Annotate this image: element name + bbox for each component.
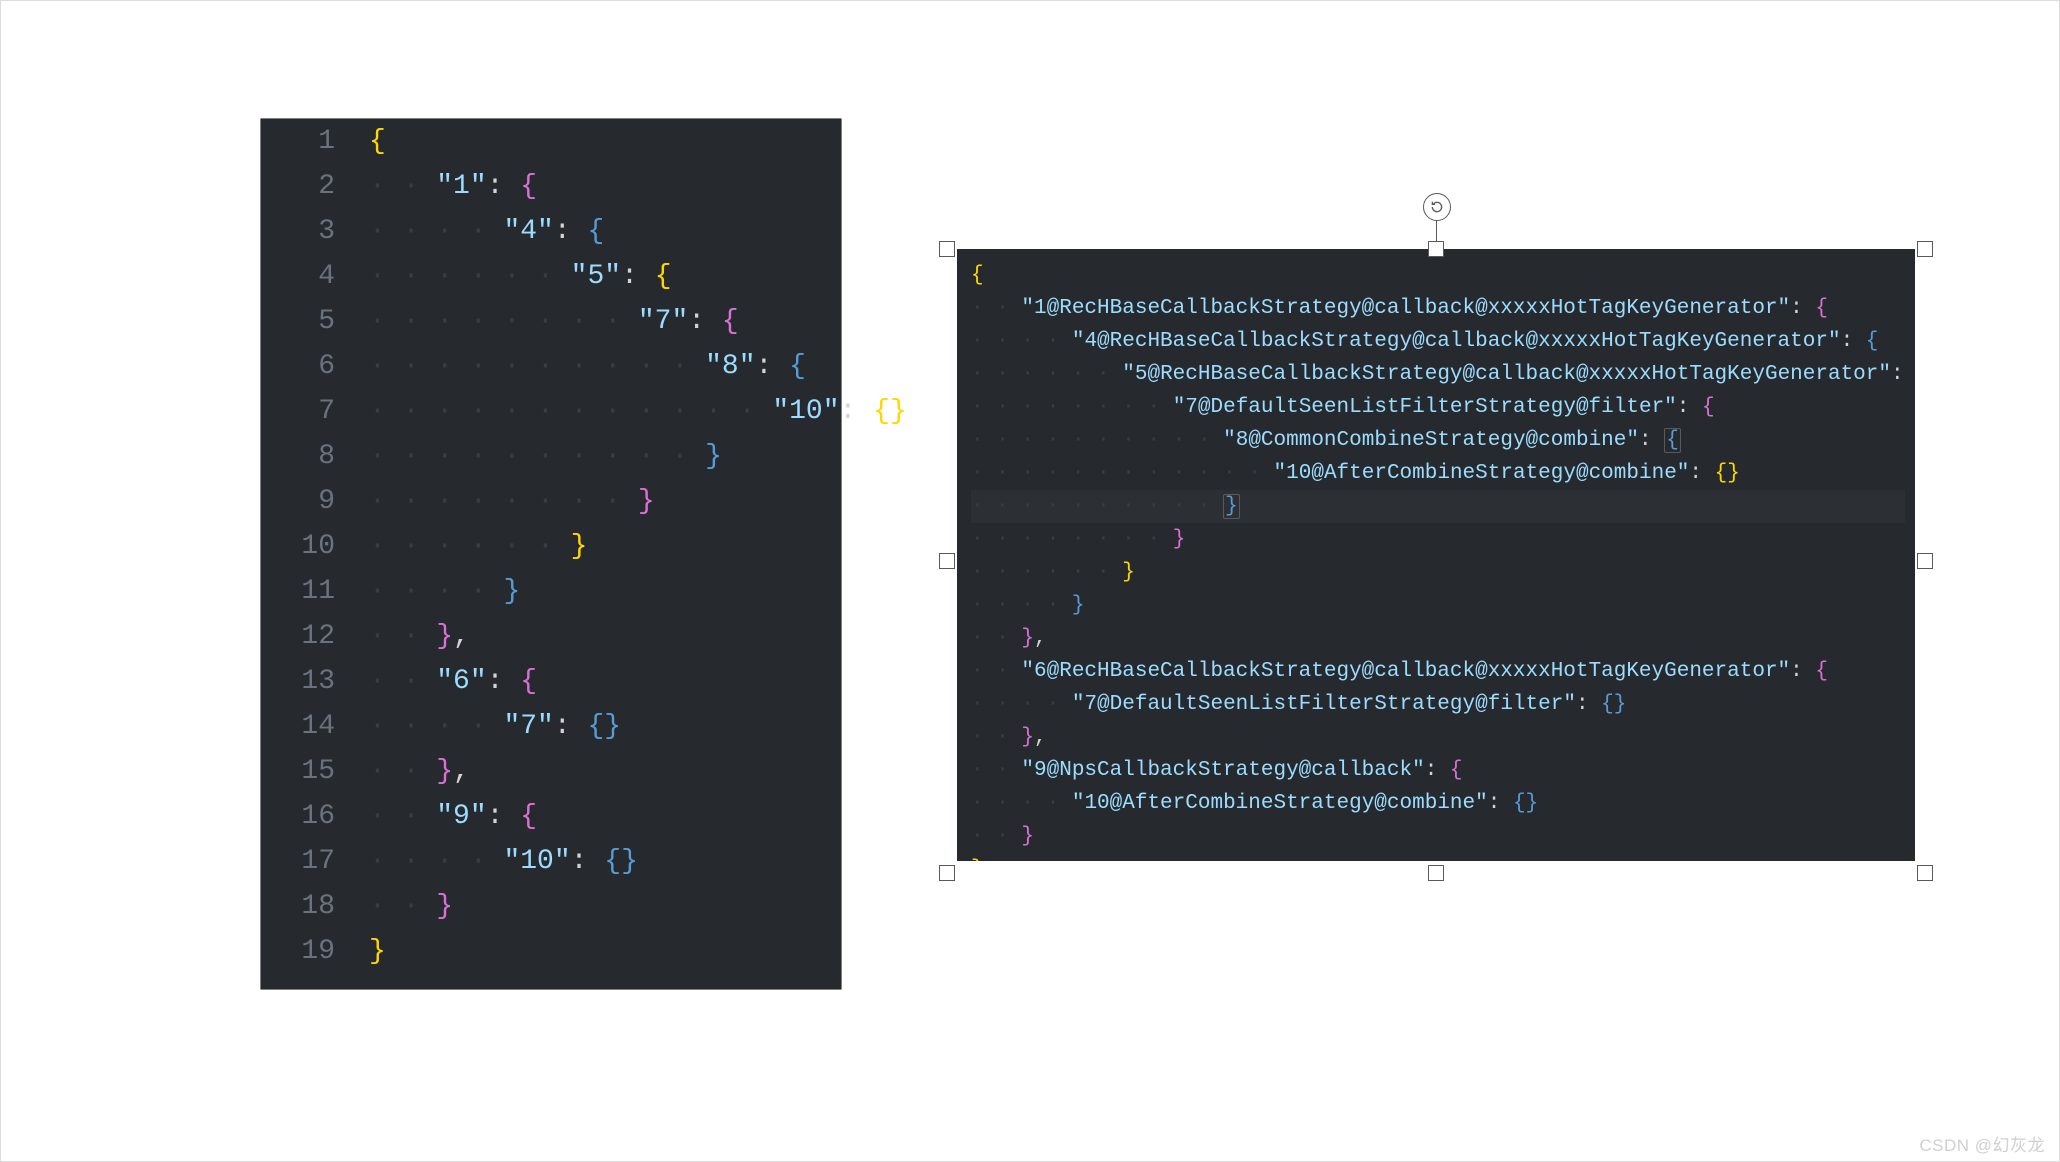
code-line: · · · · · · · · · · } bbox=[971, 490, 1905, 523]
line-number: 1 bbox=[261, 119, 353, 164]
code-line: · · · · · · "5@RecHBaseCallbackStrategy@… bbox=[971, 358, 1905, 391]
code-line: · · · · "4@RecHBaseCallbackStrategy@call… bbox=[971, 325, 1905, 358]
code-line: } bbox=[971, 853, 1905, 861]
line-number: 16 bbox=[261, 794, 353, 839]
code-line: · · "9@NpsCallbackStrategy@callback": { bbox=[971, 754, 1905, 787]
resize-handle-se[interactable] bbox=[1917, 865, 1933, 881]
left-code-editor[interactable]: 12345678910111213141516171819 {· · "1": … bbox=[261, 119, 841, 989]
code-line: · · · · · · "5": { bbox=[369, 254, 841, 299]
code-line: · · "6@RecHBaseCallbackStrategy@callback… bbox=[971, 655, 1905, 688]
line-number: 19 bbox=[261, 929, 353, 974]
line-number: 5 bbox=[261, 299, 353, 344]
code-line: · · · · · · · · } bbox=[971, 523, 1905, 556]
left-gutter: 12345678910111213141516171819 bbox=[261, 119, 353, 989]
code-line: · · · · · · } bbox=[369, 524, 841, 569]
rotate-icon bbox=[1429, 199, 1445, 215]
code-line: { bbox=[369, 119, 841, 164]
code-line: · · · · · · } bbox=[971, 556, 1905, 589]
line-number: 3 bbox=[261, 209, 353, 254]
code-line: · · · · } bbox=[971, 589, 1905, 622]
code-line: · · · · · · · · · · · · "10": {} bbox=[369, 389, 841, 434]
left-code-area[interactable]: {· · "1": {· · · · "4": {· · · · · · "5"… bbox=[369, 119, 841, 974]
line-number: 9 bbox=[261, 479, 353, 524]
code-line: · · · · "4": { bbox=[369, 209, 841, 254]
code-line: · · "1": { bbox=[369, 164, 841, 209]
line-number: 17 bbox=[261, 839, 353, 884]
code-line: · · }, bbox=[369, 614, 841, 659]
line-number: 12 bbox=[261, 614, 353, 659]
code-line: · · · · · · · · · · · · "10@AfterCombine… bbox=[971, 457, 1905, 490]
code-line: · · "6": { bbox=[369, 659, 841, 704]
code-line: · · }, bbox=[971, 721, 1905, 754]
code-line: · · · · · · · · } bbox=[369, 479, 841, 524]
code-line: · · · · · · · · "7@DefaultSeenListFilter… bbox=[971, 391, 1905, 424]
watermark: CSDN @幻灰龙 bbox=[1919, 1131, 2045, 1156]
resize-handle-nw[interactable] bbox=[939, 241, 955, 257]
resize-handle-e[interactable] bbox=[1917, 553, 1933, 569]
line-number: 13 bbox=[261, 659, 353, 704]
line-number: 11 bbox=[261, 569, 353, 614]
line-number: 10 bbox=[261, 524, 353, 569]
code-line: } bbox=[369, 929, 841, 974]
resize-handle-w[interactable] bbox=[939, 553, 955, 569]
code-line: · · · · "7@DefaultSeenListFilterStrategy… bbox=[971, 688, 1905, 721]
code-line: · · } bbox=[369, 884, 841, 929]
code-line: · · · · "10": {} bbox=[369, 839, 841, 884]
code-line: · · "1@RecHBaseCallbackStrategy@callback… bbox=[971, 292, 1905, 325]
line-number: 18 bbox=[261, 884, 353, 929]
line-number: 14 bbox=[261, 704, 353, 749]
canvas: 12345678910111213141516171819 {· · "1": … bbox=[0, 0, 2060, 1162]
resize-handle-n[interactable] bbox=[1428, 241, 1444, 257]
code-line: { bbox=[971, 259, 1905, 292]
code-line: · · · · · · · · · · } bbox=[369, 434, 841, 479]
code-line: · · · · · · · · "7": { bbox=[369, 299, 841, 344]
code-line: · · · · } bbox=[369, 569, 841, 614]
line-number: 2 bbox=[261, 164, 353, 209]
line-number: 7 bbox=[261, 389, 353, 434]
code-line: · · "9": { bbox=[369, 794, 841, 839]
code-line: · · · · · · · · · · "8@CommonCombineStra… bbox=[971, 424, 1905, 457]
right-code-editor: {· · "1@RecHBaseCallbackStrategy@callbac… bbox=[957, 249, 1915, 861]
line-number: 15 bbox=[261, 749, 353, 794]
code-line: · · · · · · · · · · "8": { bbox=[369, 344, 841, 389]
code-line: · · }, bbox=[971, 622, 1905, 655]
line-number: 6 bbox=[261, 344, 353, 389]
code-line: · · · · "10@AfterCombineStrategy@combine… bbox=[971, 787, 1905, 820]
code-line: · · · · "7": {} bbox=[369, 704, 841, 749]
rotate-handle[interactable] bbox=[1423, 193, 1451, 221]
line-number: 8 bbox=[261, 434, 353, 479]
resize-handle-sw[interactable] bbox=[939, 865, 955, 881]
line-number: 4 bbox=[261, 254, 353, 299]
resize-handle-ne[interactable] bbox=[1917, 241, 1933, 257]
code-line: · · }, bbox=[369, 749, 841, 794]
resize-handle-s[interactable] bbox=[1428, 865, 1444, 881]
code-line: · · } bbox=[971, 820, 1905, 853]
selected-image-object[interactable]: {· · "1@RecHBaseCallbackStrategy@callbac… bbox=[939, 249, 1933, 873]
